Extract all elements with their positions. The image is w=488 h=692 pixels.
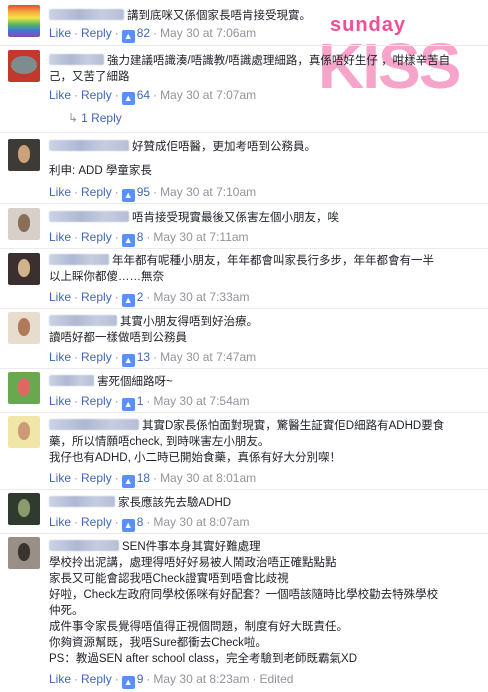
reply-link[interactable]: Reply [81, 88, 112, 102]
like-link[interactable]: Like [49, 88, 71, 102]
commenter-name[interactable] [49, 254, 109, 265]
comment-text: 年年都有呢種小朋友，年年都會叫家長行多步，年年都會有一半 以上睬你都傻……無奈 [49, 254, 434, 283]
reply-link[interactable]: Reply [81, 26, 112, 40]
divider [0, 132, 488, 133]
reply-arrow-icon: ↳ [68, 111, 79, 125]
avatar[interactable] [8, 5, 40, 37]
timestamp[interactable]: May 30 at 7:47am [160, 350, 256, 364]
like-count[interactable]: 82 [137, 26, 150, 40]
timestamp[interactable]: May 30 at 8:23am [153, 672, 249, 686]
comment-text: 好贊成佢唔醫，更加考唔到公務員。 利申: ADD 學童家長 [49, 140, 316, 177]
reply-link[interactable]: Reply [81, 230, 112, 244]
like-link[interactable]: Like [49, 471, 71, 485]
comment-actions: Like · Reply · ▲ 8 · May 30 at 7:11am [49, 230, 249, 247]
commenter-name[interactable] [49, 54, 104, 65]
like-link[interactable]: Like [49, 230, 71, 244]
like-link[interactable]: Like [49, 290, 71, 304]
like-count-icon: ▲ [121, 92, 135, 105]
like-link[interactable]: Like [49, 185, 71, 199]
comment-actions: Like · Reply · ▲ 9 · May 30 at 8:23am · Edited [49, 672, 294, 689]
timestamp[interactable]: May 30 at 7:10am [160, 185, 256, 199]
reply-link[interactable]: Reply [81, 290, 112, 304]
comment-actions: Like · Reply · ▲ 2 · May 30 at 7:33am [49, 290, 250, 307]
timestamp[interactable]: May 30 at 7:07am [160, 88, 256, 102]
commenter-name[interactable] [49, 419, 139, 430]
avatar[interactable] [8, 537, 40, 569]
divider [0, 533, 488, 534]
timestamp[interactable]: May 30 at 7:33am [153, 290, 249, 304]
commenter-name[interactable] [49, 375, 94, 386]
avatar[interactable] [8, 372, 40, 404]
like-count-icon: ▲ [121, 354, 135, 367]
commenter-name[interactable] [49, 315, 117, 326]
comment-actions: Like · Reply · ▲ 18 · May 30 at 8:01am [49, 471, 257, 488]
commenter-name[interactable] [49, 9, 124, 20]
like-count[interactable]: 13 [137, 350, 150, 364]
comment-text: SEN件事本身其實好難處理 學校拎出泥講，處理得唔好好易被人鬧政治唔正確點點點 … [49, 540, 439, 665]
like-count-icon: ▲ [121, 189, 135, 202]
divider [0, 308, 488, 309]
avatar[interactable] [8, 253, 40, 285]
like-link[interactable]: Like [49, 515, 71, 529]
avatar[interactable] [8, 493, 40, 525]
like-count-icon: ▲ [121, 398, 135, 411]
like-count-icon: ▲ [121, 30, 135, 43]
reply-link[interactable]: Reply [81, 185, 112, 199]
comment-actions: Like · Reply · ▲ 64 · May 30 at 7:07am [49, 88, 257, 105]
divider [0, 489, 488, 490]
avatar[interactable] [8, 50, 40, 82]
avatar[interactable] [8, 208, 40, 240]
view-replies-link[interactable]: ↳ 1 Reply [68, 111, 122, 125]
like-link[interactable]: Like [49, 350, 71, 364]
comment-actions: Like · Reply · ▲ 82 · May 30 at 7:06am [49, 26, 257, 43]
timestamp[interactable]: May 30 at 7:11am [153, 230, 248, 244]
comment-text: 唔肯接受現實最後又係害左個小朋友，唉 [49, 210, 479, 226]
like-link[interactable]: Like [49, 672, 71, 686]
like-count[interactable]: 18 [137, 471, 150, 485]
comment-actions: Like · Reply · ▲ 1 · May 30 at 7:54am [49, 394, 250, 411]
commenter-name[interactable] [49, 211, 129, 222]
commenter-name[interactable] [49, 496, 115, 507]
avatar[interactable] [8, 416, 40, 448]
divider [0, 368, 488, 369]
reply-link[interactable]: Reply [81, 515, 112, 529]
comment-text: 害死個細路呀~ [49, 374, 479, 390]
comment-actions: Like · Reply · ▲ 13 · May 30 at 7:47am [49, 350, 257, 367]
like-count-icon: ▲ [121, 234, 135, 247]
like-count-icon: ▲ [121, 475, 135, 488]
comment-text: 強力建議唔識湊/唔識教/唔識處理細路，真係唔好生仔 ，咁樣辛苦自 己，又苦了細路 [49, 54, 451, 83]
like-count-icon: ▲ [121, 519, 135, 532]
timestamp[interactable]: May 30 at 7:06am [160, 26, 256, 40]
reply-link[interactable]: Reply [81, 350, 112, 364]
divider [0, 248, 488, 249]
timestamp[interactable]: May 30 at 8:01am [160, 471, 256, 485]
divider [0, 203, 488, 204]
avatar[interactable] [8, 312, 40, 344]
timestamp[interactable]: May 30 at 7:54am [153, 394, 249, 408]
like-link[interactable]: Like [49, 26, 71, 40]
like-count-icon: ▲ [121, 294, 135, 307]
avatar[interactable] [8, 139, 40, 171]
reply-link[interactable]: Reply [81, 471, 112, 485]
reply-link[interactable]: Reply [81, 394, 112, 408]
comment-text: 講到底咪又係個家長唔肯接受現實。 [49, 8, 479, 24]
comment-text: 其實D家長係怕面對現實，驚醫生証實佢D細路有ADHD要食 藥，所以情願唔chec… [49, 419, 445, 464]
reply-link[interactable]: Reply [81, 672, 112, 686]
commenter-name[interactable] [49, 140, 129, 151]
divider [0, 45, 488, 46]
divider [0, 412, 488, 413]
edited-label[interactable]: Edited [259, 672, 293, 686]
timestamp[interactable]: May 30 at 8:07am [153, 515, 249, 529]
commenter-name[interactable] [49, 540, 119, 551]
comment-actions: Like · Reply · ▲ 95 · May 30 at 7:10am [49, 185, 257, 202]
like-link[interactable]: Like [49, 394, 71, 408]
comment-text: 家長應該先去驗ADHD [49, 495, 479, 511]
like-count[interactable]: 64 [137, 88, 150, 102]
like-count[interactable]: 95 [137, 185, 150, 199]
comment-text: 其實小朋友得唔到好治療。 讀唔好都一樣做唔到公務員 [49, 315, 258, 344]
comment-actions: Like · Reply · ▲ 8 · May 30 at 8:07am [49, 515, 250, 532]
like-count-icon: ▲ [121, 676, 135, 689]
